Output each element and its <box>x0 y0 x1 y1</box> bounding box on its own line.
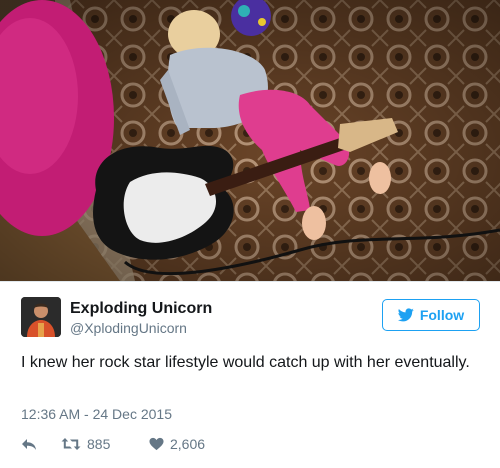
twitter-bird-icon <box>397 308 414 322</box>
tweet-actions: 885 2,606 <box>21 434 205 454</box>
reply-icon <box>22 439 36 450</box>
like-button[interactable]: 2,606 <box>149 436 205 452</box>
heart-icon <box>149 437 164 451</box>
like-count: 2,606 <box>170 436 206 452</box>
follow-label: Follow <box>419 307 465 323</box>
retweet-count: 885 <box>87 436 111 452</box>
avatar-image <box>21 297 61 337</box>
tweet-card: Exploding Unicorn @XplodingUnicorn Follo… <box>0 281 500 468</box>
tweet-photo[interactable] <box>0 0 500 281</box>
timestamp[interactable]: 12:36 AM - 24 Dec 2015 <box>21 406 172 422</box>
user-handle[interactable]: @XplodingUnicorn <box>70 320 187 336</box>
retweet-button[interactable]: 885 <box>61 436 149 452</box>
follow-button[interactable]: Follow <box>382 299 480 331</box>
reply-button[interactable] <box>21 437 61 451</box>
tweet-text: I knew her rock star lifestyle would cat… <box>21 354 470 371</box>
photo-illustration <box>0 0 500 281</box>
avatar[interactable] <box>21 297 61 337</box>
retweet-icon <box>61 438 81 450</box>
display-name[interactable]: Exploding Unicorn <box>70 300 212 318</box>
